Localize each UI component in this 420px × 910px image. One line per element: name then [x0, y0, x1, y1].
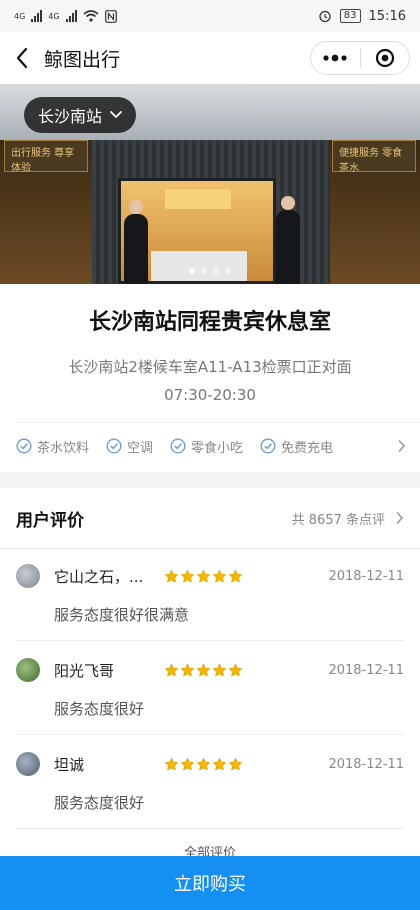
review-item: 阳光飞哥 2018-12-11 服务态度很好 — [16, 656, 404, 719]
review-date: 2018-12-11 — [328, 662, 404, 678]
amenity-snacks: 零食小吃 — [170, 437, 243, 456]
check-circle-icon — [16, 438, 32, 454]
target-icon — [375, 48, 394, 68]
nav-bar: 鲸图出行 — [0, 32, 420, 84]
avatar — [16, 752, 40, 776]
reviews-count: 共 8657 条点评 — [291, 512, 385, 528]
station-label: 长沙南站 — [38, 107, 103, 126]
network-type-label: 4G — [14, 11, 26, 21]
review-item: 它山之石，... 2018-12-11 服务态度很好很满意 — [16, 562, 404, 625]
chevron-left-icon — [16, 47, 28, 69]
amenity-charging: 免费充电 — [260, 437, 333, 456]
star-icon — [180, 663, 195, 677]
battery-indicator: 83 — [339, 9, 361, 23]
check-circle-icon — [106, 438, 122, 454]
section-separator — [0, 472, 420, 488]
reviewer-name: 坦诚 — [54, 755, 85, 774]
amenity-label: 空调 — [127, 440, 154, 456]
avatar — [16, 658, 40, 682]
star-icon — [164, 569, 179, 583]
alarm-icon — [319, 10, 331, 23]
amenity-label: 零食小吃 — [191, 440, 244, 456]
close-miniprogram-button[interactable] — [361, 42, 410, 74]
star-rating — [164, 663, 243, 678]
info-divider — [16, 422, 420, 423]
review-divider — [16, 640, 404, 641]
review-text: 服务态度很好很满意 — [54, 606, 190, 624]
amenity-tea: 茶水饮料 — [16, 437, 89, 456]
amenities-more[interactable] — [397, 439, 406, 453]
lounge-hours: 07:30-20:30 — [164, 386, 256, 404]
star-icon — [228, 663, 243, 677]
avatar — [16, 564, 40, 588]
amenities-row[interactable]: 茶水饮料 空调 零食小吃 免费充电 — [16, 424, 420, 468]
buy-now-button[interactable]: 立即购买 — [0, 856, 420, 910]
chevron-right-icon — [396, 511, 404, 525]
hero-lounge-logo — [165, 189, 231, 209]
station-selector[interactable]: 长沙南站 — [24, 97, 137, 133]
review-text: 服务态度很好 — [54, 794, 145, 812]
signal-icon — [31, 10, 43, 22]
reviewer-name: 阳光飞哥 — [54, 661, 115, 680]
star-icon — [212, 569, 227, 583]
star-icon — [180, 757, 195, 771]
review-divider — [16, 828, 404, 829]
review-text: 服务态度很好 — [54, 700, 145, 718]
more-button[interactable] — [311, 42, 360, 74]
hero-sign-right: 便捷服务 零食茶水 — [332, 140, 416, 174]
review-date: 2018-12-11 — [328, 756, 404, 772]
back-button[interactable] — [0, 32, 44, 84]
amenity-label: 茶水饮料 — [37, 440, 90, 456]
reviewer-name: 它山之石，... — [54, 567, 144, 586]
star-icon — [196, 757, 211, 771]
chevron-right-icon — [398, 439, 406, 453]
star-icon — [164, 757, 179, 771]
star-icon — [228, 757, 243, 771]
lounge-address: 长沙南站2楼候车室A11-A13检票口正对面 — [68, 358, 352, 376]
chevron-down-icon — [110, 111, 122, 119]
network-type-label-2: 4G — [48, 11, 60, 21]
clock: 15:16 — [368, 8, 406, 24]
star-icon — [196, 663, 211, 677]
star-icon — [164, 663, 179, 677]
amenity-ac: 空调 — [106, 437, 153, 456]
star-icon — [212, 757, 227, 771]
amenity-label: 免费充电 — [281, 440, 334, 456]
status-right: 83 15:16 — [318, 9, 406, 24]
carousel-dot[interactable] — [225, 268, 231, 274]
nfc-icon — [104, 9, 117, 23]
carousel-dot[interactable] — [201, 268, 207, 274]
hero-sign-left: 出行服务 尊享体验 — [4, 140, 88, 174]
status-bar: 4G 4G 83 15:16 — [0, 0, 420, 32]
check-circle-icon — [260, 438, 276, 454]
miniprogram-capsule — [310, 41, 410, 75]
star-rating — [164, 757, 243, 772]
reviews-header[interactable]: 用户评价 共 8657 条点评 — [0, 488, 420, 548]
review-divider — [16, 734, 404, 735]
star-icon — [228, 569, 243, 583]
carousel-dot[interactable] — [213, 268, 219, 274]
carousel-dots — [0, 268, 420, 274]
hero-reception-counter — [151, 251, 247, 281]
more-dots-icon — [323, 54, 347, 62]
star-icon — [212, 663, 227, 677]
review-item: 坦诚 2018-12-11 服务态度很好 — [16, 750, 404, 813]
reviews-title: 用户评价 — [16, 510, 84, 531]
star-icon — [196, 569, 211, 583]
lounge-title: 长沙南站同程贵宾休息室 — [88, 310, 331, 335]
star-rating — [164, 569, 243, 584]
status-left: 4G 4G — [14, 9, 117, 23]
carousel-dot[interactable] — [189, 268, 195, 274]
review-date: 2018-12-11 — [328, 568, 404, 584]
reviews-header-divider — [0, 548, 420, 549]
page-title: 鲸图出行 — [44, 48, 121, 71]
star-icon — [180, 569, 195, 583]
wifi-icon — [83, 10, 99, 22]
signal-icon-2 — [65, 10, 77, 22]
check-circle-icon — [170, 438, 186, 454]
